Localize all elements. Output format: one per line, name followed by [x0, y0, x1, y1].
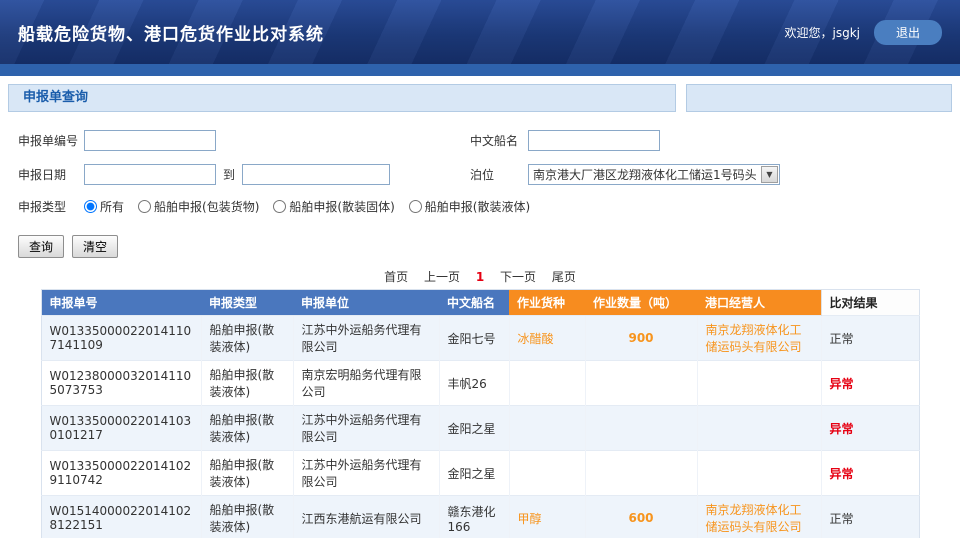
cell-ship: 金阳之星: [439, 406, 509, 451]
pagination: 首页 上一页 1 下一页 尾页: [41, 268, 919, 285]
cell-cargo: [509, 406, 585, 451]
radio-bulk-solid[interactable]: 船舶申报(散装固体): [273, 198, 394, 215]
radio-all[interactable]: 所有: [84, 198, 124, 215]
radio-packaged-input[interactable]: [138, 200, 151, 213]
col-ship: 中文船名: [439, 290, 509, 316]
berth-select[interactable]: 南京港大厂港区龙翔液体化工储运1号码头 ▼: [528, 164, 780, 185]
cell-type: 船舶申报(散装液体): [201, 406, 293, 451]
cell-type: 船舶申报(散装液体): [201, 451, 293, 496]
results-table: 申报单号 申报类型 申报单位 中文船名 作业货种 作业数量（吨） 港口经营人 比…: [41, 289, 920, 538]
radio-all-input[interactable]: [84, 200, 97, 213]
section-header: 申报单查询: [8, 84, 952, 112]
cell-result: 正常: [821, 316, 919, 361]
cell-qty: [585, 406, 697, 451]
query-button[interactable]: 查询: [18, 235, 64, 258]
cell-result: 正常: [821, 496, 919, 538]
cell-decl-no: W012380000320141105073753: [41, 361, 201, 406]
table-row: W013350000220141030101217 船舶申报(散装液体) 江苏中…: [41, 406, 919, 451]
form-row-3: 申报类型 所有 船舶申报(包装货物) 船舶申报(散装固体) 船舶申报(散装液体): [18, 198, 960, 215]
radio-bulk-liquid[interactable]: 船舶申报(散装液体): [409, 198, 530, 215]
decl-no-input[interactable]: [84, 130, 216, 151]
table-row: W015140000220141028122151 船舶申报(散装液体) 江西东…: [41, 496, 919, 538]
table-row: W012380000320141105073753 船舶申报(散装液体) 南京宏…: [41, 361, 919, 406]
page-last-link[interactable]: 尾页: [552, 270, 576, 284]
decl-type-radio-group: 所有 船舶申报(包装货物) 船舶申报(散装固体) 船舶申报(散装液体): [84, 198, 540, 215]
query-form: 申报单编号 中文船名 申报日期 到 泊位 南京港大厂港区龙翔液体化工储运1号码头…: [0, 112, 960, 215]
cell-cargo: 甲醇: [509, 496, 585, 538]
welcome-text: 欢迎您，jsgkj: [784, 24, 860, 41]
radio-bulk-liquid-input[interactable]: [409, 200, 422, 213]
cell-qty: 600: [585, 496, 697, 538]
cell-cargo: [509, 361, 585, 406]
header-right-area: 欢迎您，jsgkj 退出: [784, 20, 942, 45]
ship-name-input[interactable]: [528, 130, 660, 151]
cell-ship: 金阳七号: [439, 316, 509, 361]
cell-result: 异常: [821, 406, 919, 451]
cell-operator: [697, 451, 821, 496]
berth-label: 泊位: [470, 166, 528, 183]
table-row: W013350000220141029110742 船舶申报(散装液体) 江苏中…: [41, 451, 919, 496]
form-row-1: 申报单编号 中文船名: [18, 130, 960, 151]
col-cargo: 作业货种: [509, 290, 585, 316]
logout-button[interactable]: 退出: [874, 20, 942, 45]
section-header-right: [686, 84, 952, 112]
cell-decl-no: W015140000220141028122151: [41, 496, 201, 538]
cell-type: 船舶申报(散装液体): [201, 316, 293, 361]
cell-decl-no: W013350000220141030101217: [41, 406, 201, 451]
top-header-bar: 船载危险货物、港口危货作业比对系统 欢迎您，jsgkj 退出: [0, 0, 960, 64]
page-current: 1: [476, 270, 484, 284]
col-qty: 作业数量（吨）: [585, 290, 697, 316]
cell-decl-no: W013350000220141029110742: [41, 451, 201, 496]
cell-result: 异常: [821, 361, 919, 406]
app-title: 船载危险货物、港口危货作业比对系统: [18, 20, 324, 45]
cell-ship: 丰帆26: [439, 361, 509, 406]
sub-header-strip: [0, 64, 960, 76]
table-header-row: 申报单号 申报类型 申报单位 中文船名 作业货种 作业数量（吨） 港口经营人 比…: [41, 290, 919, 316]
col-agent: 申报单位: [293, 290, 439, 316]
col-type: 申报类型: [201, 290, 293, 316]
date-from-input[interactable]: [84, 164, 216, 185]
cell-operator: 南京龙翔液体化工储运码头有限公司: [697, 316, 821, 361]
cell-agent: 江苏中外运船务代理有限公司: [293, 406, 439, 451]
form-buttons: 查询 清空: [18, 235, 960, 258]
ship-name-label: 中文船名: [470, 132, 528, 149]
cell-operator: 南京龙翔液体化工储运码头有限公司: [697, 496, 821, 538]
chevron-down-icon[interactable]: ▼: [761, 166, 778, 183]
page-first-link[interactable]: 首页: [384, 270, 408, 284]
page-prev-link[interactable]: 上一页: [424, 270, 460, 284]
col-decl-no: 申报单号: [41, 290, 201, 316]
cell-result: 异常: [821, 451, 919, 496]
col-operator: 港口经营人: [697, 290, 821, 316]
cell-agent: 江西东港航运有限公司: [293, 496, 439, 538]
cell-qty: [585, 451, 697, 496]
cell-type: 船舶申报(散装液体): [201, 496, 293, 538]
cell-type: 船舶申报(散装液体): [201, 361, 293, 406]
cell-cargo: [509, 451, 585, 496]
cell-agent: 江苏中外运船务代理有限公司: [293, 316, 439, 361]
radio-bulk-solid-input[interactable]: [273, 200, 286, 213]
type-label: 申报类型: [18, 198, 84, 215]
cell-decl-no: W013350000220141107141109: [41, 316, 201, 361]
cell-agent: 南京宏明船务代理有限公司: [293, 361, 439, 406]
cell-ship: 赣东港化166: [439, 496, 509, 538]
form-row-2: 申报日期 到 泊位 南京港大厂港区龙翔液体化工储运1号码头 ▼: [18, 164, 960, 185]
cell-qty: 900: [585, 316, 697, 361]
date-label: 申报日期: [18, 166, 84, 183]
clear-button[interactable]: 清空: [72, 235, 118, 258]
date-to-label: 到: [223, 166, 235, 183]
decl-no-label: 申报单编号: [18, 132, 84, 149]
cell-operator: [697, 406, 821, 451]
col-result: 比对结果: [821, 290, 919, 316]
cell-operator: [697, 361, 821, 406]
berth-select-value: 南京港大厂港区龙翔液体化工储运1号码头: [529, 166, 761, 183]
cell-qty: [585, 361, 697, 406]
cell-agent: 江苏中外运船务代理有限公司: [293, 451, 439, 496]
radio-packaged[interactable]: 船舶申报(包装货物): [138, 198, 259, 215]
cell-cargo: 冰醋酸: [509, 316, 585, 361]
table-row: W013350000220141107141109 船舶申报(散装液体) 江苏中…: [41, 316, 919, 361]
date-to-input[interactable]: [242, 164, 390, 185]
cell-ship: 金阳之星: [439, 451, 509, 496]
page-next-link[interactable]: 下一页: [500, 270, 536, 284]
page-title: 申报单查询: [8, 84, 676, 112]
